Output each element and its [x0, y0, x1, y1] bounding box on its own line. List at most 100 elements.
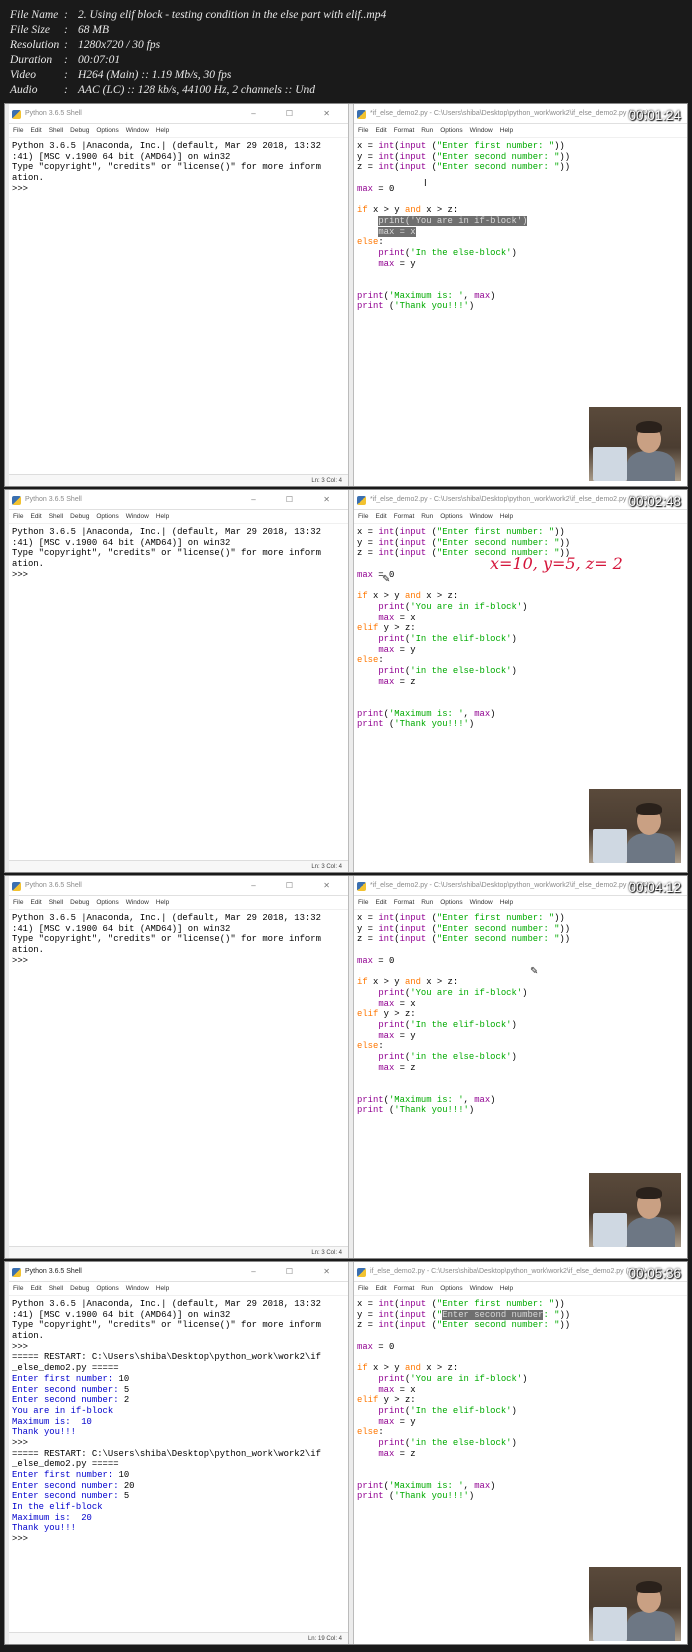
menu-item-options[interactable]: Options — [96, 1285, 118, 1292]
menu-item-help[interactable]: Help — [156, 899, 169, 906]
window-controls[interactable]: – ☐ ✕ — [251, 1262, 344, 1281]
menu-item-edit[interactable]: Edit — [30, 1285, 41, 1292]
code-token: = 0 — [372, 1341, 395, 1352]
menu-item-edit[interactable]: Edit — [375, 1285, 386, 1292]
code-editor[interactable]: x = int(input ("Enter first number: ")) y… — [354, 138, 687, 312]
menu-item-file[interactable]: File — [13, 1285, 23, 1292]
menu-item-format[interactable]: Format — [394, 1285, 415, 1292]
menu-item-window[interactable]: Window — [126, 1285, 149, 1292]
menu-item-run[interactable]: Run — [421, 127, 433, 134]
editor-title: *if_else_demo2.py - C:\Users\shiba\Deskt… — [370, 496, 652, 503]
python-shell-window[interactable]: Python 3.6.5 Shell – ☐ ✕ File Edit Shell Debu… — [9, 490, 349, 872]
webcam-body — [627, 1611, 675, 1641]
python-shell-window[interactable]: Python 3.6.5 Shell – ☐ ✕ File Edit Shell Debu… — [9, 104, 349, 486]
menu-item-debug[interactable]: Debug — [70, 1285, 89, 1292]
code-token: 'Maximum is: ' — [388, 708, 464, 719]
menu-item-run[interactable]: Run — [421, 899, 433, 906]
code-token: 5 — [123, 1384, 130, 1395]
menu-item-run[interactable]: Run — [421, 513, 433, 520]
python-shell-window[interactable]: Python 3.6.5 Shell – ☐ ✕ File Edit Shell Debu… — [9, 1262, 349, 1644]
menu-item-options[interactable]: Options — [440, 127, 462, 134]
code-token: Type "copyright", "credits" or "license(… — [12, 162, 321, 173]
code-token: "Enter first number: " — [436, 913, 555, 923]
menu-item-edit[interactable]: Edit — [375, 127, 386, 134]
menu-item-window[interactable]: Window — [126, 127, 149, 134]
menu-item-options[interactable]: Options — [96, 899, 118, 906]
code-editor[interactable]: x = int(input ("Enter first number: ")) y… — [354, 1296, 687, 1502]
code-token: y > z: — [378, 623, 416, 634]
code-token: input — [399, 527, 427, 537]
menu-item-edit[interactable]: Edit — [375, 899, 386, 906]
menu-item-file[interactable]: File — [358, 513, 368, 520]
menu-item-shell[interactable]: Shell — [49, 513, 63, 520]
python-shell-window[interactable]: Python 3.6.5 Shell – ☐ ✕ File Edit Shell Debu… — [9, 876, 349, 1258]
window-controls[interactable]: – ☐ ✕ — [251, 104, 344, 123]
shell-output[interactable]: Python 3.6.5 |Anaconda, Inc.| (default, … — [9, 1296, 348, 1545]
code-line: max = x — [357, 999, 687, 1010]
menu-item-file[interactable]: File — [13, 127, 23, 134]
menu-item-file[interactable]: File — [13, 899, 23, 906]
python-icon — [12, 1268, 21, 1277]
shell-output[interactable]: Python 3.6.5 |Anaconda, Inc.| (default, … — [9, 138, 348, 194]
code-token: x > y — [367, 205, 405, 216]
menu-item-file[interactable]: File — [358, 127, 368, 134]
menu-item-window[interactable]: Window — [470, 127, 493, 134]
menu-item-file[interactable]: File — [13, 513, 23, 520]
menu-item-debug[interactable]: Debug — [70, 899, 89, 906]
menu-item-format[interactable]: Format — [394, 127, 415, 134]
menu-item-shell[interactable]: Shell — [49, 899, 63, 906]
code-token: Type "copyright", "credits" or "license(… — [12, 548, 321, 559]
menu-item-options[interactable]: Options — [440, 1285, 462, 1292]
window-controls[interactable]: – ☐ ✕ — [251, 876, 344, 895]
shell-output[interactable]: Python 3.6.5 |Anaconda, Inc.| (default, … — [9, 524, 348, 580]
menu-item-help[interactable]: Help — [156, 127, 169, 134]
menu-bar: File Edit Format Run Options Window Help — [354, 510, 687, 524]
code-token: max — [378, 998, 395, 1009]
shell-line: :41) [MSC v.1900 64 bit (AMD64)] on win3… — [12, 152, 348, 163]
menu-item-window[interactable]: Window — [470, 1285, 493, 1292]
code-token: x = — [357, 141, 379, 151]
menu-item-format[interactable]: Format — [394, 899, 415, 906]
menu-item-help[interactable]: Help — [500, 1285, 513, 1292]
code-editor[interactable]: x = int(input ("Enter first number: ")) y… — [354, 910, 687, 1116]
code-token: ( — [426, 537, 437, 548]
menu-item-help[interactable]: Help — [156, 1285, 169, 1292]
code-token: max — [378, 1062, 395, 1073]
menu-item-file[interactable]: File — [358, 899, 368, 906]
code-token: Python 3.6.5 |Anaconda, Inc.| (default, … — [12, 913, 321, 923]
video-timestamp: 00:04:12 — [628, 880, 681, 895]
menu-item-debug[interactable]: Debug — [70, 127, 89, 134]
code-token: elif — [357, 1009, 379, 1020]
menu-item-window[interactable]: Window — [470, 899, 493, 906]
menu-item-help[interactable]: Help — [500, 899, 513, 906]
code-line: else: — [357, 237, 687, 248]
menu-item-format[interactable]: Format — [394, 513, 415, 520]
menu-item-help[interactable]: Help — [500, 127, 513, 134]
menu-item-options[interactable]: Options — [96, 513, 118, 520]
shell-output[interactable]: Python 3.6.5 |Anaconda, Inc.| (default, … — [9, 910, 348, 966]
menu-item-options[interactable]: Options — [96, 127, 118, 134]
menu-item-file[interactable]: File — [358, 1285, 368, 1292]
menu-item-run[interactable]: Run — [421, 1285, 433, 1292]
code-token: >>> — [12, 955, 34, 966]
menu-item-debug[interactable]: Debug — [70, 513, 89, 520]
menu-item-window[interactable]: Window — [470, 513, 493, 520]
menu-item-edit[interactable]: Edit — [30, 127, 41, 134]
menu-item-shell[interactable]: Shell — [49, 1285, 63, 1292]
menu-item-edit[interactable]: Edit — [30, 513, 41, 520]
code-line: x = int(input ("Enter first number: ")) — [357, 913, 687, 924]
code-line: max = y — [357, 1417, 687, 1428]
menu-item-options[interactable]: Options — [440, 513, 462, 520]
menu-item-help[interactable]: Help — [500, 513, 513, 520]
menu-item-options[interactable]: Options — [440, 899, 462, 906]
menu-item-window[interactable]: Window — [126, 513, 149, 520]
window-controls[interactable]: – ☐ ✕ — [251, 490, 344, 509]
menu-item-shell[interactable]: Shell — [49, 127, 63, 134]
shell-line: Type "copyright", "credits" or "license(… — [12, 1320, 348, 1331]
menu-item-edit[interactable]: Edit — [375, 513, 386, 520]
menu-item-edit[interactable]: Edit — [30, 899, 41, 906]
menu-item-help[interactable]: Help — [156, 513, 169, 520]
menu-item-window[interactable]: Window — [126, 899, 149, 906]
python-file-icon — [357, 1268, 366, 1277]
